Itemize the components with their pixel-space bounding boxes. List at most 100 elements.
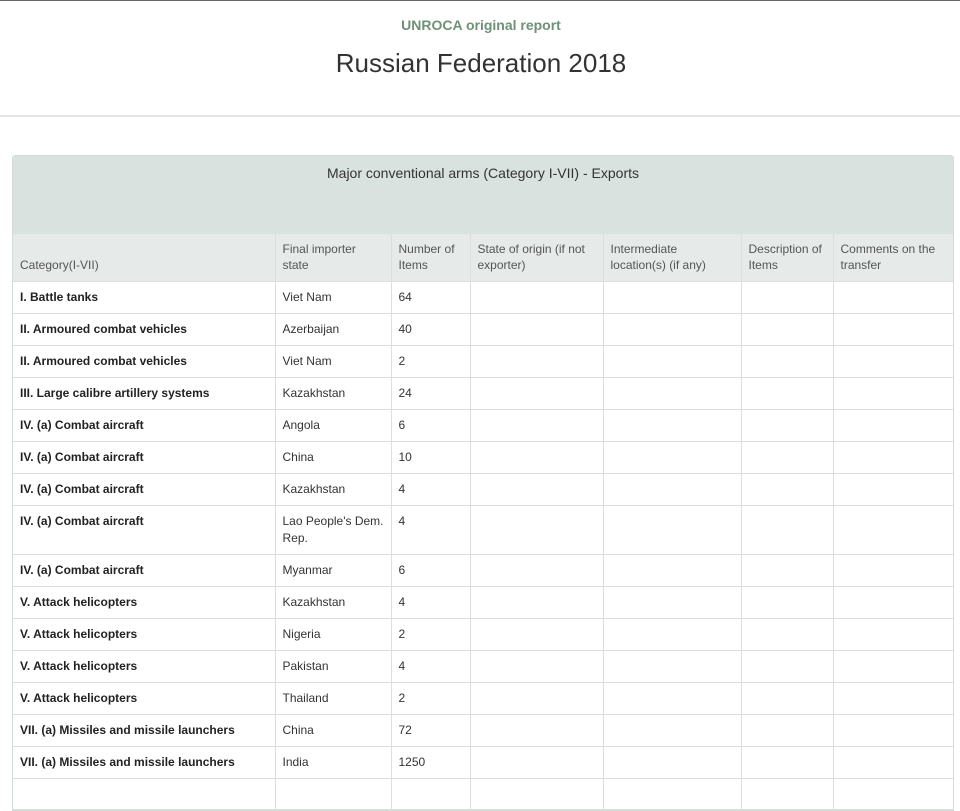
category-cell: IV. (a) Combat aircraft xyxy=(13,554,275,587)
number-cell: 40 xyxy=(390,313,470,346)
number-cell: 4 xyxy=(390,473,470,506)
comments-cell xyxy=(832,586,953,619)
comments-cell xyxy=(832,441,953,474)
comments-cell xyxy=(832,473,953,506)
description-cell xyxy=(740,441,833,474)
comments-cell xyxy=(832,746,953,779)
number-cell: 2 xyxy=(390,345,470,378)
category-cell: V. Attack helicopters xyxy=(13,650,275,683)
origin-cell xyxy=(469,441,603,474)
comments-cell xyxy=(832,714,953,747)
comments-cell xyxy=(832,505,953,555)
table-row: IV. (a) Combat aircraft Myanmar 6 xyxy=(13,554,953,587)
category-cell: VII. (a) Missiles and missile launchers xyxy=(13,746,275,779)
importer-cell: Viet Nam xyxy=(274,281,391,314)
comments-cell xyxy=(832,618,953,651)
intermediate-cell xyxy=(602,682,741,715)
table-row: II. Armoured combat vehicles Azerbaijan 40 xyxy=(13,313,953,346)
number-cell: 10 xyxy=(390,441,470,474)
origin-cell xyxy=(469,554,603,587)
table-row: III. Large calibre artillery systems Kaza… xyxy=(13,377,953,410)
category-cell: V. Attack helicopters xyxy=(13,618,275,651)
page-title: Russian Federation 2018 xyxy=(335,48,627,78)
intermediate-cell xyxy=(602,505,741,555)
column-header-comments[interactable]: Comments on the transfer xyxy=(832,234,953,282)
description-cell xyxy=(740,554,833,587)
table-row: VII. (a) Missiles and missile launchers C… xyxy=(13,714,953,747)
description-cell xyxy=(740,377,833,410)
category-cell: IV. (a) Combat aircraft xyxy=(13,473,275,506)
importer-cell: Kazakhstan xyxy=(274,473,391,506)
description-cell xyxy=(740,714,833,747)
number-cell: 4 xyxy=(390,650,470,683)
importer-cell: Pakistan xyxy=(274,650,391,683)
column-header-category[interactable]: Category(I-VII) xyxy=(13,234,275,282)
category-cell: IV. (a) Combat aircraft xyxy=(13,409,275,442)
header-row: Category(I-VII) Final importer state Num… xyxy=(13,234,953,282)
column-header-number[interactable]: Number of Items xyxy=(390,234,470,282)
description-cell xyxy=(740,473,833,506)
category-cell xyxy=(13,778,275,810)
table-row: VII. (a) Missiles and missile launchers I… xyxy=(13,746,953,779)
description-cell xyxy=(740,618,833,651)
origin-cell xyxy=(469,281,603,314)
category-cell: IV. (a) Combat aircraft xyxy=(13,505,275,555)
category-cell: V. Attack helicopters xyxy=(13,682,275,715)
number-cell: 2 xyxy=(390,618,470,651)
importer-cell: Kazakhstan xyxy=(274,586,391,619)
table-row: IV. (a) Combat aircraft Kazakhstan 4 xyxy=(13,473,953,506)
intermediate-cell xyxy=(602,313,741,346)
comments-cell xyxy=(832,377,953,410)
origin-cell xyxy=(469,682,603,715)
comments-cell xyxy=(832,313,953,346)
importer-cell xyxy=(274,778,391,810)
table-row: V. Attack helicopters Kazakhstan 4 xyxy=(13,586,953,619)
origin-cell xyxy=(469,473,603,506)
intermediate-cell xyxy=(602,473,741,506)
number-cell: 6 xyxy=(390,554,470,587)
comments-cell xyxy=(832,281,953,314)
intermediate-cell xyxy=(602,746,741,779)
table-row: I. Battle tanks Viet Nam 64 xyxy=(13,281,953,314)
description-cell xyxy=(740,345,833,378)
origin-cell xyxy=(469,618,603,651)
origin-cell xyxy=(469,505,603,555)
intermediate-cell xyxy=(602,618,741,651)
importer-cell: Myanmar xyxy=(274,554,391,587)
table-row xyxy=(13,778,953,810)
table-header: Category(I-VII) Final importer state Num… xyxy=(13,234,953,282)
category-cell: II. Armoured combat vehicles xyxy=(13,345,275,378)
description-cell xyxy=(740,313,833,346)
intermediate-cell xyxy=(602,554,741,587)
description-cell xyxy=(740,505,833,555)
intermediate-cell xyxy=(602,714,741,747)
exports-panel: Major conventional arms (Category I-VII)… xyxy=(12,155,954,811)
comments-cell xyxy=(832,682,953,715)
top-border xyxy=(0,0,960,1)
exports-table: Category(I-VII) Final importer state Num… xyxy=(13,234,953,810)
comments-cell xyxy=(832,409,953,442)
importer-cell: Viet Nam xyxy=(274,345,391,378)
origin-cell xyxy=(469,409,603,442)
origin-cell xyxy=(469,746,603,779)
table-body: I. Battle tanks Viet Nam 64 II. Armoured co… xyxy=(13,281,953,810)
column-header-importer[interactable]: Final importer state xyxy=(274,234,391,282)
column-header-intermediate[interactable]: Intermediate location(s) (if any) xyxy=(602,234,741,282)
importer-cell: China xyxy=(274,714,391,747)
importer-cell: Kazakhstan xyxy=(274,377,391,410)
importer-cell: Thailand xyxy=(274,682,391,715)
column-header-description[interactable]: Description of Items xyxy=(740,234,833,282)
description-cell xyxy=(740,586,833,619)
comments-cell xyxy=(832,554,953,587)
origin-cell xyxy=(469,650,603,683)
importer-cell: Angola xyxy=(274,409,391,442)
description-cell xyxy=(740,409,833,442)
intermediate-cell xyxy=(602,281,741,314)
importer-cell: Azerbaijan xyxy=(274,313,391,346)
number-cell: 64 xyxy=(390,281,470,314)
description-cell xyxy=(740,746,833,779)
comments-cell xyxy=(832,650,953,683)
table-row: V. Attack helicopters Nigeria 2 xyxy=(13,618,953,651)
origin-cell xyxy=(469,586,603,619)
column-header-origin[interactable]: State of origin (if not exporter) xyxy=(469,234,603,282)
